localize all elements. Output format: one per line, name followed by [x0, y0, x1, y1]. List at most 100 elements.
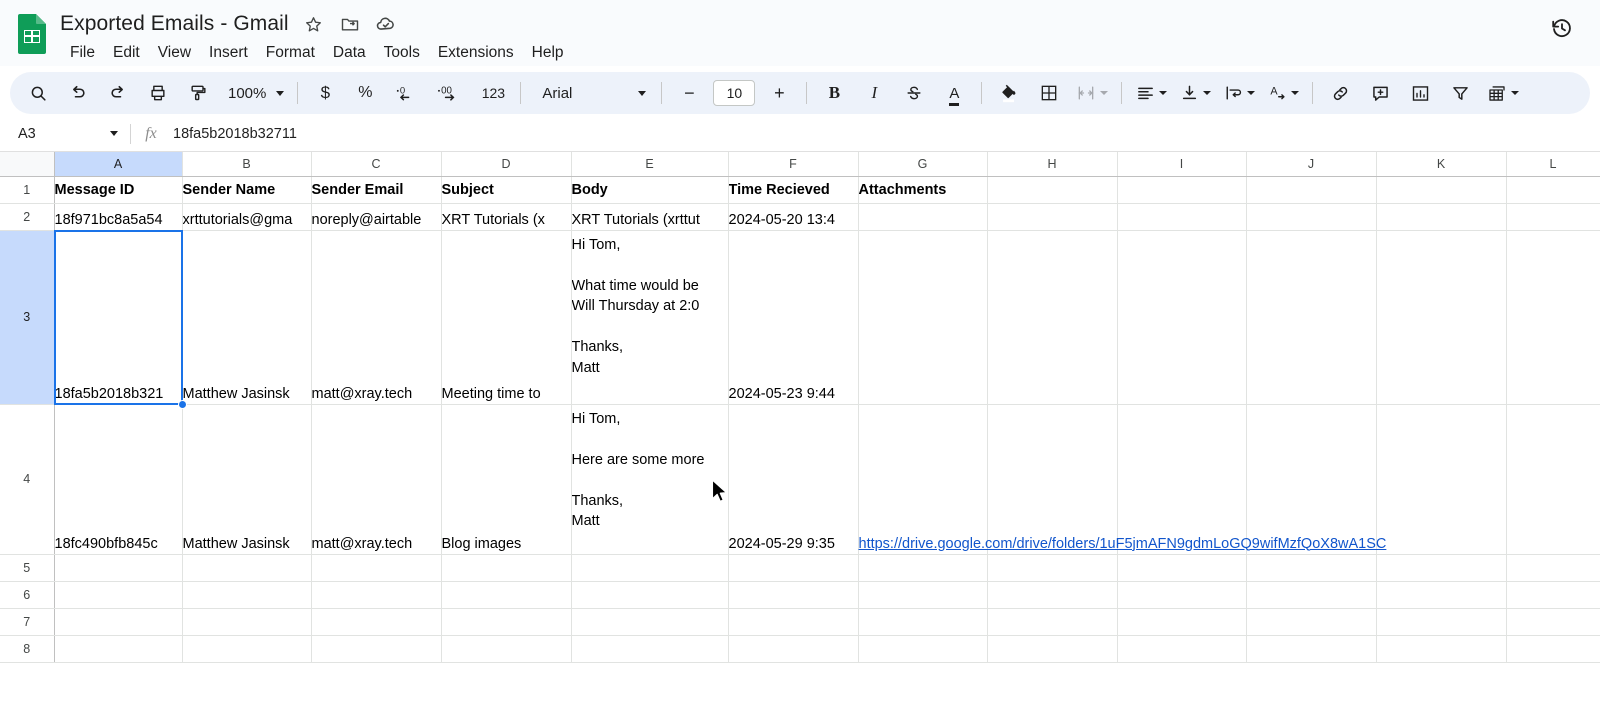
- cell-i7[interactable]: [1117, 608, 1247, 636]
- cell-c7[interactable]: [311, 608, 442, 636]
- cell-g2[interactable]: [858, 203, 988, 231]
- cell-j3[interactable]: [1246, 230, 1377, 405]
- format-currency-button[interactable]: $: [309, 77, 341, 109]
- functions-button[interactable]: [1482, 77, 1523, 109]
- cell-a7[interactable]: [54, 608, 183, 636]
- menu-help[interactable]: Help: [523, 42, 573, 64]
- cell-g5[interactable]: [858, 554, 988, 582]
- formula-input[interactable]: 18fa5b2018b32711: [165, 126, 1600, 142]
- cell-b7[interactable]: [182, 608, 312, 636]
- row-header-1[interactable]: 1: [0, 176, 55, 204]
- cell-l2[interactable]: [1506, 203, 1600, 231]
- cell-h2[interactable]: [987, 203, 1118, 231]
- cell-k2[interactable]: [1376, 203, 1507, 231]
- menu-file[interactable]: File: [61, 42, 104, 64]
- cell-a1[interactable]: Message ID: [54, 176, 183, 204]
- cell-f8[interactable]: [728, 635, 859, 663]
- cell-l1[interactable]: [1506, 176, 1600, 204]
- cell-a6[interactable]: [54, 581, 183, 609]
- cell-e8[interactable]: [571, 635, 729, 663]
- row-header-7[interactable]: 7: [0, 608, 55, 636]
- cell-k7[interactable]: [1376, 608, 1507, 636]
- star-icon[interactable]: [303, 13, 325, 35]
- row-header-4[interactable]: 4: [0, 404, 55, 555]
- cell-b8[interactable]: [182, 635, 312, 663]
- cell-i1[interactable]: [1117, 176, 1247, 204]
- font-size-input[interactable]: 10: [713, 80, 756, 106]
- name-box[interactable]: A3: [4, 120, 128, 148]
- cell-j2[interactable]: [1246, 203, 1377, 231]
- increase-font-size-button[interactable]: +: [763, 77, 795, 109]
- select-all-corner[interactable]: [0, 152, 55, 177]
- cell-k3[interactable]: [1376, 230, 1507, 405]
- cell-e6[interactable]: [571, 581, 729, 609]
- insert-chart-icon[interactable]: [1404, 77, 1436, 109]
- cell-c3[interactable]: matt@xray.tech: [311, 230, 442, 405]
- column-header-g[interactable]: G: [858, 152, 988, 177]
- text-rotation-button[interactable]: A: [1263, 77, 1303, 109]
- column-header-j[interactable]: J: [1246, 152, 1377, 177]
- cell-k5[interactable]: [1376, 554, 1507, 582]
- cell-b4[interactable]: Matthew Jasinsk: [182, 404, 312, 555]
- cell-j1[interactable]: [1246, 176, 1377, 204]
- cell-k6[interactable]: [1376, 581, 1507, 609]
- cell-g1[interactable]: Attachments: [858, 176, 988, 204]
- cell-g6[interactable]: [858, 581, 988, 609]
- format-percent-button[interactable]: %: [349, 77, 381, 109]
- cell-i6[interactable]: [1117, 581, 1247, 609]
- menu-edit[interactable]: Edit: [104, 42, 149, 64]
- print-icon[interactable]: [142, 77, 174, 109]
- cell-l4[interactable]: [1506, 404, 1600, 555]
- decrease-decimal-places-button[interactable]: 0: [389, 77, 423, 109]
- cell-f4[interactable]: 2024-05-29 9:35: [728, 404, 859, 555]
- menu-insert[interactable]: Insert: [200, 42, 257, 64]
- font-family-selector[interactable]: Arial: [530, 77, 652, 109]
- cell-b1[interactable]: Sender Name: [182, 176, 312, 204]
- decrease-font-size-button[interactable]: −: [673, 77, 705, 109]
- column-header-c[interactable]: C: [311, 152, 442, 177]
- cell-b5[interactable]: [182, 554, 312, 582]
- cell-i3[interactable]: [1117, 230, 1247, 405]
- cell-c4[interactable]: matt@xray.tech: [311, 404, 442, 555]
- cell-i8[interactable]: [1117, 635, 1247, 663]
- text-wrapping-button[interactable]: [1219, 77, 1259, 109]
- create-filter-icon[interactable]: [1444, 77, 1476, 109]
- cell-f7[interactable]: [728, 608, 859, 636]
- search-icon[interactable]: [22, 77, 54, 109]
- cell-l7[interactable]: [1506, 608, 1600, 636]
- cell-c5[interactable]: [311, 554, 442, 582]
- cell-e5[interactable]: [571, 554, 729, 582]
- horizontal-align-button[interactable]: [1131, 77, 1171, 109]
- document-title[interactable]: Exported Emails - Gmail: [60, 12, 289, 36]
- cell-f5[interactable]: [728, 554, 859, 582]
- cell-g7[interactable]: [858, 608, 988, 636]
- cell-j7[interactable]: [1246, 608, 1377, 636]
- zoom-level-selector[interactable]: 100%: [220, 77, 288, 109]
- cell-d5[interactable]: [441, 554, 572, 582]
- cell-l6[interactable]: [1506, 581, 1600, 609]
- redo-icon[interactable]: [102, 77, 134, 109]
- cell-a2[interactable]: 18f971bc8a5a54: [54, 203, 183, 231]
- merge-cells-button[interactable]: [1071, 77, 1112, 109]
- column-header-k[interactable]: K: [1376, 152, 1507, 177]
- column-header-f[interactable]: F: [728, 152, 859, 177]
- cell-c8[interactable]: [311, 635, 442, 663]
- move-to-folder-icon[interactable]: [339, 13, 361, 35]
- cell-a5[interactable]: [54, 554, 183, 582]
- cell-d8[interactable]: [441, 635, 572, 663]
- cell-b3[interactable]: Matthew Jasinsk: [182, 230, 312, 405]
- menu-data[interactable]: Data: [324, 42, 375, 64]
- strikethrough-button[interactable]: [898, 77, 930, 109]
- cell-i2[interactable]: [1117, 203, 1247, 231]
- fill-handle[interactable]: [178, 400, 187, 409]
- cell-h4[interactable]: [987, 404, 1118, 555]
- cell-f3[interactable]: 2024-05-23 9:44: [728, 230, 859, 405]
- bold-button[interactable]: B: [818, 77, 850, 109]
- cell-c1[interactable]: Sender Email: [311, 176, 442, 204]
- menu-extensions[interactable]: Extensions: [429, 42, 523, 64]
- cell-f6[interactable]: [728, 581, 859, 609]
- column-header-d[interactable]: D: [441, 152, 572, 177]
- column-header-l[interactable]: L: [1506, 152, 1600, 177]
- insert-comment-icon[interactable]: [1364, 77, 1396, 109]
- cell-l3[interactable]: [1506, 230, 1600, 405]
